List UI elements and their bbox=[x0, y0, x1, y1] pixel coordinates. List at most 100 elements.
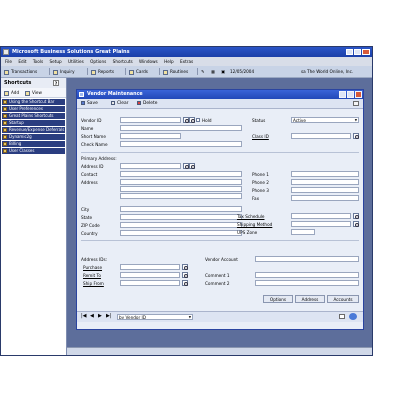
app-maximize-button[interactable] bbox=[354, 49, 361, 55]
check-name-field[interactable] bbox=[120, 141, 242, 147]
remit-to-lookup-icon[interactable] bbox=[182, 272, 188, 278]
ship-from-address-field[interactable] bbox=[120, 280, 180, 286]
shortcut-item[interactable]: Billing bbox=[2, 141, 65, 147]
ups-zone-field[interactable] bbox=[291, 229, 315, 235]
folder-icon bbox=[3, 121, 7, 125]
address-line3-field[interactable] bbox=[120, 193, 242, 199]
purchase-link[interactable]: Purchase bbox=[83, 265, 102, 270]
purchase-lookup-icon[interactable] bbox=[182, 264, 188, 270]
tax-schedule-lookup-icon[interactable] bbox=[353, 213, 359, 219]
print-icon[interactable] bbox=[353, 101, 359, 106]
menu-file[interactable]: File bbox=[5, 59, 12, 64]
vendor-account-label: Vendor Account bbox=[205, 257, 238, 262]
inquiry-button[interactable]: Inquiry bbox=[53, 66, 75, 77]
window-minimize-button[interactable] bbox=[339, 91, 346, 98]
first-record-button[interactable]: |◀ bbox=[81, 313, 87, 319]
save-button[interactable]: Save bbox=[81, 99, 98, 108]
reports-button[interactable]: Reports bbox=[91, 66, 114, 77]
class-id-lookup-icon[interactable] bbox=[353, 133, 359, 139]
shipping-method-link[interactable]: Shipping Method bbox=[237, 222, 272, 227]
routines-button[interactable]: Routines bbox=[163, 66, 188, 77]
remit-to-link[interactable]: Remit To bbox=[83, 273, 101, 278]
vendor-maintenance-window: Vendor Maintenance Save Clear Delete Ven… bbox=[76, 89, 364, 330]
name-label: Name bbox=[81, 126, 94, 131]
help-icon[interactable]: ? bbox=[53, 80, 59, 86]
address-id-field[interactable] bbox=[120, 163, 181, 169]
menu-help[interactable]: Help bbox=[164, 59, 174, 64]
ship-from-link[interactable]: Ship From bbox=[83, 281, 104, 286]
tax-schedule-field[interactable] bbox=[291, 213, 351, 219]
app-minimize-button[interactable] bbox=[346, 49, 353, 55]
shortcut-item[interactable]: User Preferences bbox=[2, 106, 65, 112]
accounts-button[interactable]: Accounts bbox=[327, 295, 359, 303]
app-close-button[interactable] bbox=[362, 49, 370, 55]
zip-code-label: ZIP Code bbox=[81, 223, 100, 228]
shortcut-item[interactable]: User Classes bbox=[2, 148, 65, 154]
delete-button[interactable]: Delete bbox=[137, 99, 157, 108]
remit-to-address-field[interactable] bbox=[120, 272, 180, 278]
vendor-id-field[interactable] bbox=[120, 117, 181, 123]
phone3-field[interactable] bbox=[291, 187, 359, 193]
comment2-field[interactable] bbox=[255, 280, 359, 286]
shortcut-item[interactable]: Using the Shortcut Bar bbox=[2, 99, 65, 105]
class-id-link[interactable]: Class ID bbox=[252, 134, 269, 139]
cards-button[interactable]: Cards bbox=[129, 66, 148, 77]
menu-utilities[interactable]: Utilities bbox=[68, 59, 84, 64]
country-field[interactable] bbox=[120, 230, 242, 236]
window-maximize-button[interactable] bbox=[347, 91, 354, 98]
purchase-address-field[interactable] bbox=[120, 264, 180, 270]
class-id-field[interactable] bbox=[291, 133, 351, 139]
edit-icon[interactable]: ✎ bbox=[201, 66, 205, 77]
vendor-id-note-icon[interactable] bbox=[189, 117, 195, 123]
shortcut-item[interactable]: Revenue/Expense Deferrals bbox=[2, 127, 65, 133]
last-record-button[interactable]: ▶| bbox=[106, 313, 112, 319]
window-title-bar: Vendor Maintenance bbox=[77, 90, 363, 99]
window-close-button[interactable] bbox=[355, 91, 362, 98]
shortcut-item[interactable]: Great Plains Shortcuts bbox=[2, 113, 65, 119]
menu-edit[interactable]: Edit bbox=[18, 59, 26, 64]
user-date[interactable]: 12/05/2004 bbox=[230, 66, 254, 77]
address-id-note-icon[interactable] bbox=[189, 163, 195, 169]
phone1-field[interactable] bbox=[291, 171, 359, 177]
menu-windows[interactable]: Windows bbox=[139, 59, 158, 64]
comment1-field[interactable] bbox=[255, 272, 359, 278]
sort-order-dropdown[interactable]: by Vendor ID bbox=[117, 314, 193, 320]
menu-extras[interactable]: Extras bbox=[180, 59, 193, 64]
calculator-icon[interactable]: ▦ bbox=[211, 66, 215, 77]
ship-from-lookup-icon[interactable] bbox=[182, 280, 188, 286]
menu-tools[interactable]: Tools bbox=[33, 59, 43, 64]
menu-shortcuts[interactable]: Shortcuts bbox=[113, 59, 133, 64]
user-date-icon[interactable]: ▣ bbox=[221, 66, 225, 77]
short-name-field[interactable] bbox=[120, 133, 181, 139]
transactions-button[interactable]: Transactions bbox=[4, 66, 37, 77]
address-button[interactable]: Address bbox=[295, 295, 325, 303]
menu-setup[interactable]: Setup bbox=[49, 59, 61, 64]
name-field[interactable] bbox=[120, 125, 242, 131]
view-shortcut-button[interactable]: View bbox=[25, 88, 42, 97]
previous-record-button[interactable]: ◀ bbox=[90, 313, 94, 319]
shortcut-item[interactable]: Startup bbox=[2, 120, 65, 126]
address-line1-field[interactable] bbox=[120, 179, 242, 185]
state-field[interactable] bbox=[120, 214, 242, 220]
vendor-account-field[interactable] bbox=[255, 256, 359, 262]
add-shortcut-button[interactable]: Add bbox=[4, 88, 19, 97]
hold-checkbox[interactable] bbox=[196, 118, 200, 122]
city-field[interactable] bbox=[120, 206, 242, 212]
phone2-field[interactable] bbox=[291, 179, 359, 185]
zip-code-field[interactable] bbox=[120, 222, 242, 228]
help-icon[interactable] bbox=[349, 313, 357, 320]
address-line2-field[interactable] bbox=[120, 186, 242, 192]
clear-button[interactable]: Clear bbox=[111, 99, 128, 108]
shipping-method-lookup-icon[interactable] bbox=[353, 221, 359, 227]
status-dropdown[interactable]: Active bbox=[291, 117, 359, 123]
options-button[interactable]: Options bbox=[263, 295, 293, 303]
shortcut-item[interactable]: Dynamic2g bbox=[2, 134, 65, 140]
next-record-button[interactable]: ▶ bbox=[98, 313, 102, 319]
folder-icon bbox=[3, 114, 7, 118]
fax-field[interactable] bbox=[291, 195, 359, 201]
shipping-method-field[interactable] bbox=[291, 221, 351, 227]
tax-schedule-link[interactable]: Tax Schedule bbox=[237, 214, 264, 219]
contact-field[interactable] bbox=[120, 171, 242, 177]
menu-options[interactable]: Options bbox=[90, 59, 106, 64]
note-icon[interactable] bbox=[339, 314, 345, 319]
